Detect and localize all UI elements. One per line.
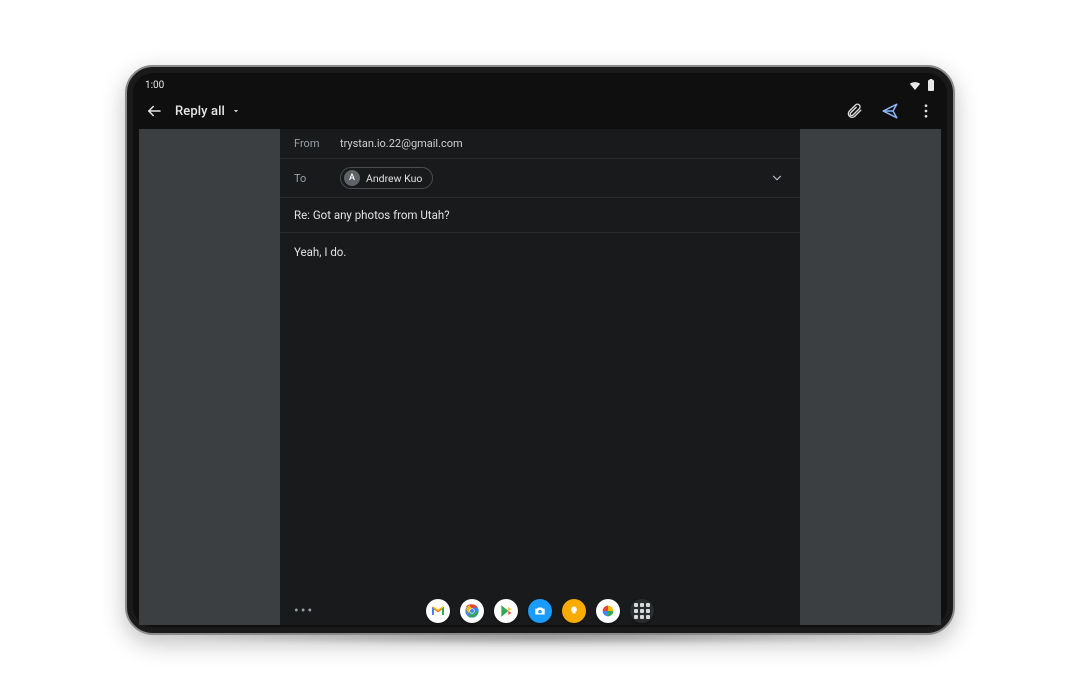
attach-button[interactable] xyxy=(843,100,865,122)
more-vertical-icon xyxy=(917,102,935,120)
from-value: trystan.io.22@gmail.com xyxy=(340,137,786,150)
dock-app-photos[interactable] xyxy=(596,599,620,623)
paperclip-icon xyxy=(845,102,863,120)
tablet-frame: 1:00 Reply all xyxy=(125,65,955,635)
reply-mode-dropdown[interactable]: Reply all xyxy=(175,104,241,119)
dock-app-camera[interactable] xyxy=(528,599,552,623)
send-button[interactable] xyxy=(879,100,901,122)
status-bar: 1:00 xyxy=(139,77,941,93)
status-time: 1:00 xyxy=(145,80,164,91)
caret-down-icon xyxy=(231,106,241,116)
send-icon xyxy=(881,102,899,120)
more-options-button[interactable] xyxy=(915,100,937,122)
body-field[interactable]: Yeah, I do. xyxy=(280,233,800,597)
right-gutter xyxy=(800,129,941,625)
compose-panel: From trystan.io.22@gmail.com To A Andrew… xyxy=(280,129,800,625)
back-button[interactable] xyxy=(143,100,165,122)
subject-field[interactable]: Re: Got any photos from Utah? xyxy=(280,198,800,233)
apps-grid-icon xyxy=(634,603,650,619)
recipient-name: Andrew Kuo xyxy=(366,172,422,185)
to-label: To xyxy=(294,172,328,185)
dock-app-keep[interactable] xyxy=(562,599,586,623)
wifi-icon xyxy=(909,80,921,90)
app-bar: Reply all xyxy=(139,93,941,129)
from-label: From xyxy=(294,137,328,150)
body-text: Yeah, I do. xyxy=(294,245,346,259)
left-gutter xyxy=(139,129,280,625)
to-row[interactable]: To A Andrew Kuo xyxy=(280,159,800,198)
workspace: From trystan.io.22@gmail.com To A Andrew… xyxy=(139,129,941,625)
expand-recipients-button[interactable] xyxy=(768,171,786,185)
chevron-down-icon xyxy=(770,171,784,185)
from-row[interactable]: From trystan.io.22@gmail.com xyxy=(280,129,800,159)
dock-app-gmail[interactable] xyxy=(426,599,450,623)
taskbar xyxy=(127,599,953,623)
dock-app-play-store[interactable] xyxy=(494,599,518,623)
dock-all-apps-button[interactable] xyxy=(630,599,654,623)
app-bar-title: Reply all xyxy=(175,104,225,119)
recipient-avatar: A xyxy=(344,170,360,186)
recipient-chip[interactable]: A Andrew Kuo xyxy=(340,167,433,189)
battery-icon xyxy=(927,79,935,91)
dock-app-chrome[interactable] xyxy=(460,599,484,623)
subject-text: Re: Got any photos from Utah? xyxy=(294,208,450,222)
